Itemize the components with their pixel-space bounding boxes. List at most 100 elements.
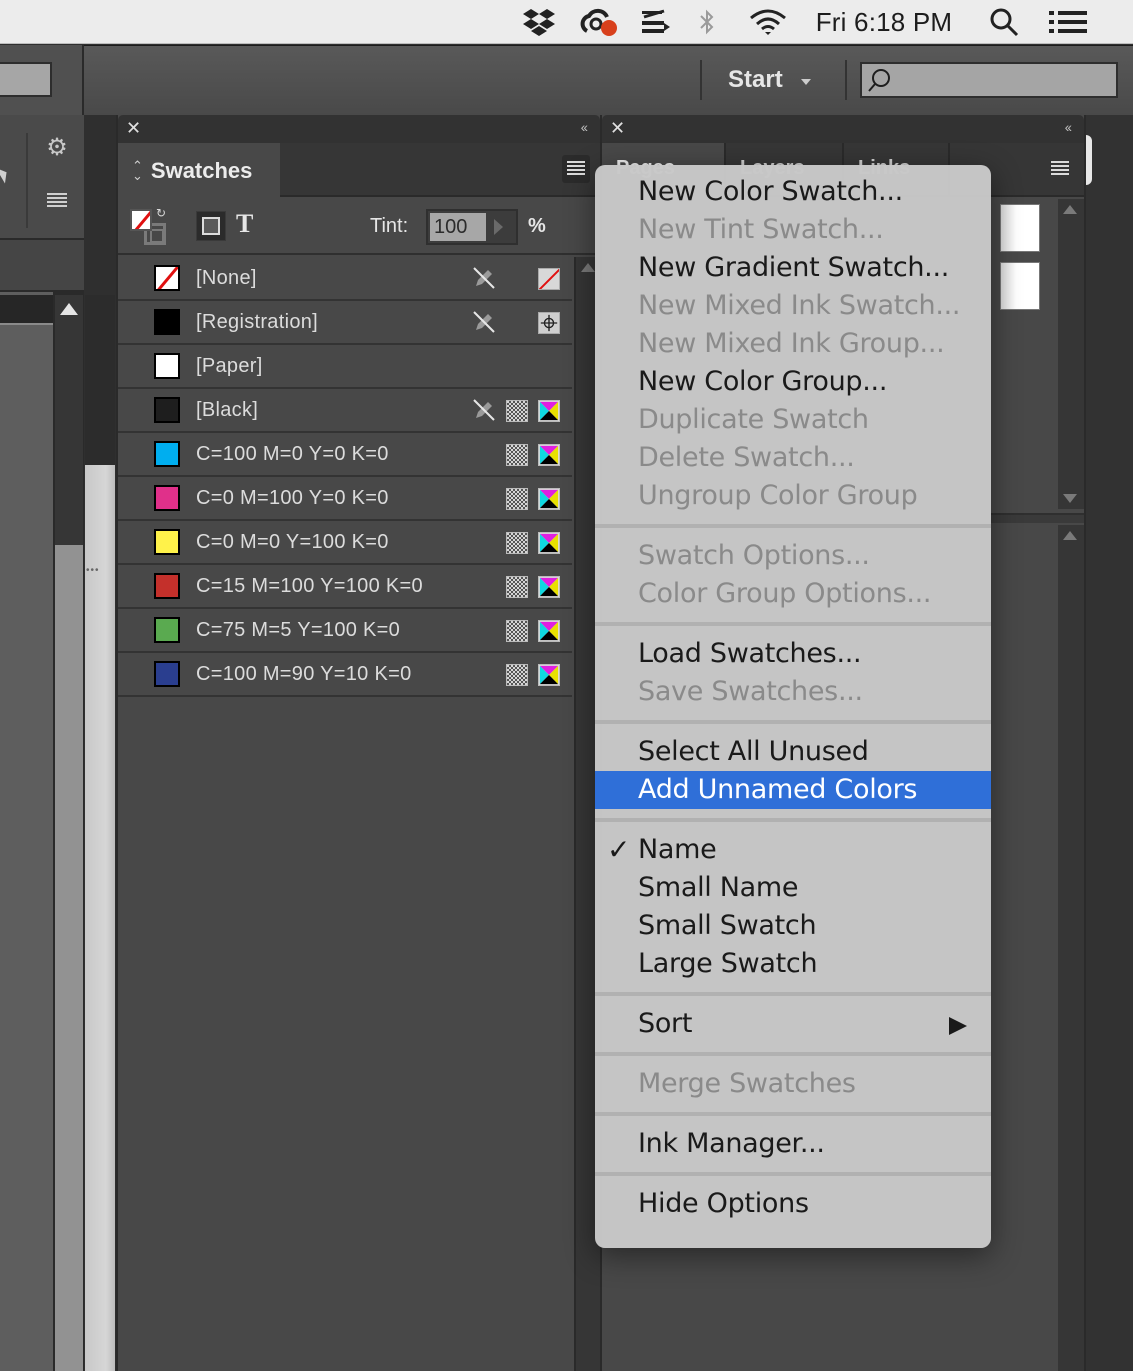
formatting-affects-container-button[interactable] — [196, 211, 226, 241]
document-canvas[interactable] — [0, 292, 53, 1371]
submenu-arrow-icon — [949, 1017, 967, 1035]
close-icon[interactable]: ✕ — [126, 119, 141, 137]
tint-field — [426, 209, 518, 245]
swatch-color-chip — [154, 573, 180, 599]
pages-lower-scrollbar[interactable] — [1058, 525, 1084, 1371]
page-thumbnail[interactable] — [1000, 262, 1040, 310]
panel-header: ✕ ‹‹ — [602, 115, 1084, 143]
swatch-row[interactable]: C=15 M=100 Y=100 K=0 — [118, 565, 572, 609]
collapse-panel-icon[interactable]: ‹‹ — [1065, 119, 1072, 135]
menu-item-merge-swatches[interactable]: Merge Swatches — [595, 1065, 991, 1103]
swatch-row[interactable]: C=100 M=0 Y=0 K=0 — [118, 433, 572, 477]
menu-item-add-unnamed-colors[interactable]: Add Unnamed Colors — [595, 771, 991, 809]
notification-center-icon[interactable] — [1046, 0, 1090, 44]
spotlight-search-icon[interactable] — [984, 0, 1024, 44]
swatch-row[interactable]: [None] — [118, 257, 572, 301]
control-toolbar — [0, 115, 84, 240]
menu-bar-clock[interactable]: Fri 6:18 PM — [806, 0, 962, 44]
formatting-affects-text-button[interactable]: T — [236, 209, 253, 239]
workspace-switcher-button[interactable]: Start — [700, 60, 830, 100]
creative-cloud-icon[interactable] — [578, 0, 622, 44]
scroll-down-arrow-icon[interactable] — [1063, 494, 1077, 503]
menu-item-name[interactable]: ✓ Name — [595, 831, 991, 869]
swatch-name: C=100 M=90 Y=10 K=0 — [196, 663, 412, 685]
swatch-color-chip — [154, 617, 180, 643]
tint-label: Tint: — [370, 215, 409, 237]
pages-scrollbar[interactable] — [1058, 199, 1084, 509]
menu-item-new-color-group[interactable]: New Color Group... — [595, 363, 991, 401]
swap-fill-stroke-icon[interactable]: ↻ — [156, 206, 166, 220]
bluetooth-icon[interactable] — [692, 0, 722, 44]
swatches-panel: ✕ ‹‹ ⌃⌄ Swatches ↻ T Tint: % [None] [Regi… — [116, 115, 600, 1371]
swatch-color-chip — [154, 265, 180, 291]
search-input[interactable] — [860, 62, 1118, 98]
menu-item-hide-options[interactable]: Hide Options — [595, 1185, 991, 1223]
menu-item-label: New Color Group... — [638, 366, 888, 397]
menu-item-label: New Color Swatch... — [638, 176, 903, 207]
macos-menu-bar: Fri 6:18 PM — [0, 0, 1133, 44]
swatch-row[interactable]: C=100 M=90 Y=10 K=0 — [118, 653, 572, 697]
tab-swatches[interactable]: ⌃ ⌄ Swatches — [118, 143, 280, 199]
swatch-row[interactable]: [Registration] — [118, 301, 572, 345]
swatch-row[interactable]: C=0 M=100 Y=0 K=0 — [118, 477, 572, 521]
menu-item-save-swatches[interactable]: Save Swatches... — [595, 673, 991, 711]
tint-unit: % — [528, 215, 546, 237]
collapse-panel-icon[interactable]: ‹‹ — [581, 119, 588, 135]
panel-menu-button[interactable] — [1046, 155, 1074, 183]
registration-mode-icon — [538, 312, 560, 334]
scroll-up-arrow-icon[interactable] — [1063, 531, 1077, 540]
ruler — [0, 295, 53, 325]
gear-icon[interactable]: ⚙ — [45, 136, 69, 160]
application-bar-field[interactable] — [0, 62, 52, 97]
menu-item-ungroup-color-group[interactable]: Ungroup Color Group — [595, 477, 991, 515]
scroll-up-arrow-icon[interactable] — [581, 263, 595, 272]
divider — [845, 60, 847, 100]
menu-item-label: Ink Manager... — [638, 1128, 825, 1159]
swatch-name: C=75 M=5 Y=100 K=0 — [196, 619, 401, 641]
scanner-icon[interactable] — [638, 0, 674, 44]
wifi-icon[interactable] — [744, 0, 792, 44]
menu-icon[interactable] — [47, 193, 67, 209]
menu-item-new-gradient-swatch[interactable]: New Gradient Swatch... — [595, 249, 991, 287]
swatch-row[interactable]: C=75 M=5 Y=100 K=0 — [118, 609, 572, 653]
menu-item-select-all-unused[interactable]: Select All Unused — [595, 733, 991, 771]
menu-item-duplicate-swatch[interactable]: Duplicate Swatch — [595, 401, 991, 439]
menu-item-color-group-options[interactable]: Color Group Options... — [595, 575, 991, 613]
scroll-up-arrow-icon[interactable] — [1063, 205, 1077, 214]
fill-stroke-control[interactable]: ↻ — [130, 206, 170, 247]
menu-item-swatch-options[interactable]: Swatch Options... — [595, 537, 991, 575]
dropbox-icon[interactable] — [520, 0, 558, 44]
cmyk-mode-icon — [538, 400, 560, 422]
cmyk-mode-icon — [538, 620, 560, 642]
close-icon[interactable]: ✕ — [610, 119, 625, 137]
document-page[interactable]: ••• — [85, 465, 115, 1371]
page-thumbnail[interactable] — [1000, 204, 1040, 252]
swatch-row[interactable]: [Black] — [118, 389, 572, 433]
menu-item-load-swatches[interactable]: Load Swatches... — [595, 635, 991, 673]
menu-item-sort[interactable]: Sort — [595, 1005, 991, 1043]
panel-menu-button[interactable] — [562, 155, 590, 183]
menu-item-delete-swatch[interactable]: Delete Swatch... — [595, 439, 991, 477]
menu-item-ink-manager[interactable]: Ink Manager... — [595, 1125, 991, 1163]
panel-tab-row: ⌃ ⌄ Swatches — [118, 143, 600, 199]
menu-item-label: Ungroup Color Group — [638, 480, 918, 511]
tint-input[interactable] — [430, 213, 486, 241]
menu-item-new-mixed-ink-group[interactable]: New Mixed Ink Group... — [595, 325, 991, 363]
fill-icon[interactable] — [130, 209, 152, 231]
menu-item-new-tint-swatch[interactable]: New Tint Swatch... — [595, 211, 991, 249]
menu-item-new-mixed-ink-swatch[interactable]: New Mixed Ink Swatch... — [595, 287, 991, 325]
menu-item-small-swatch[interactable]: Small Swatch — [595, 907, 991, 945]
swatch-row[interactable]: [Paper] — [118, 345, 572, 389]
swatch-name: C=100 M=0 Y=0 K=0 — [196, 443, 389, 465]
process-color-icon — [506, 532, 528, 554]
swatch-row[interactable]: C=0 M=0 Y=100 K=0 — [118, 521, 572, 565]
menu-item-label: Select All Unused — [638, 736, 869, 767]
scroll-up-arrow-icon[interactable] — [60, 303, 78, 315]
menu-item-small-name[interactable]: Small Name — [595, 869, 991, 907]
canvas-vertical-scrollbar[interactable] — [55, 295, 83, 1371]
menu-item-large-swatch[interactable]: Large Swatch — [595, 945, 991, 983]
tint-slider-arrow-icon[interactable] — [494, 219, 503, 235]
menu-item-label: Large Swatch — [638, 948, 818, 979]
menu-item-new-color-swatch[interactable]: New Color Swatch... — [595, 173, 991, 211]
menu-item-label: New Tint Swatch... — [638, 214, 884, 245]
